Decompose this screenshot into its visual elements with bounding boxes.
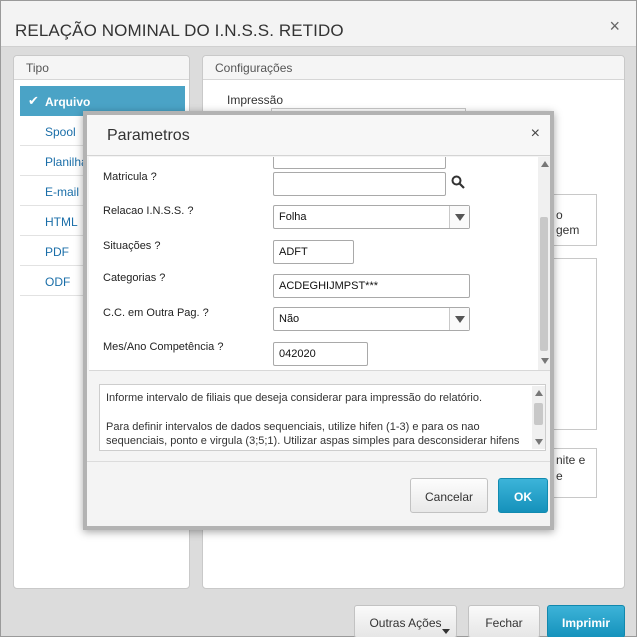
impressao-label: Impressão	[227, 93, 284, 107]
help-line-2: Para definir intervalos de dados sequenc…	[106, 420, 520, 451]
help-scrollbar[interactable]	[532, 386, 545, 449]
parametros-modal: Parametros × Matricula ? Relacao I.N.S.S…	[83, 111, 554, 530]
scroll-down-icon[interactable]	[541, 358, 549, 364]
imprimir-button[interactable]: Imprimir	[547, 605, 625, 637]
relacao-select[interactable]: Folha	[273, 205, 470, 229]
param-label-situacoes: Situações ?	[103, 240, 161, 252]
situacoes-input[interactable]: ADFT	[273, 240, 354, 264]
help-text: Informe intervalo de filiais que deseja …	[106, 391, 520, 451]
config-panel-header: Configurações	[203, 56, 624, 80]
params-scrollbar[interactable]	[538, 157, 550, 370]
outras-acoes-label: Outras Ações	[369, 616, 442, 630]
fechar-label: Fechar	[485, 616, 523, 630]
tipo-item-label: Arquivo	[45, 95, 91, 109]
tipo-item-label: Planilha	[45, 155, 88, 169]
categorias-input[interactable]: ACDEGHIJMPST***	[273, 274, 470, 298]
modal-title: Parametros	[107, 127, 190, 144]
tipo-panel-header: Tipo	[14, 56, 189, 80]
tipo-item-label: E-mail	[45, 185, 80, 199]
scroll-thumb[interactable]	[540, 217, 548, 351]
fechar-button[interactable]: Fechar	[468, 605, 540, 637]
chevron-down-icon[interactable]	[449, 206, 469, 228]
partial-top-input[interactable]	[273, 157, 446, 169]
config-option-text-2: gem	[556, 223, 580, 237]
relacao-select-value: Folha	[279, 211, 307, 223]
config-option-text-3: nite e	[556, 453, 586, 467]
help-text-area: Informe intervalo de filiais que deseja …	[99, 384, 546, 451]
param-label-cc-outra-pag: C.C. em Outra Pag. ?	[103, 307, 209, 319]
imprimir-label: Imprimir	[561, 616, 610, 630]
modal-header: Parametros ×	[87, 115, 550, 156]
config-option-text-1: o	[556, 208, 563, 222]
config-option-text-4: e	[556, 469, 563, 483]
matricula-input[interactable]	[273, 172, 446, 196]
scroll-down-icon[interactable]	[535, 439, 543, 445]
search-icon[interactable]	[451, 175, 465, 189]
scroll-up-icon[interactable]	[535, 390, 543, 396]
tipo-item-label: Spool	[45, 125, 76, 139]
tipo-item-label: HTML	[45, 215, 78, 229]
scroll-thumb[interactable]	[534, 403, 543, 425]
window-title: RELAÇÃO NOMINAL DO I.N.S.S. RETIDO	[15, 21, 344, 40]
param-label-mes-ano: Mes/Ano Competência ?	[103, 341, 224, 353]
tipo-item-label: ODF	[45, 275, 71, 289]
param-label-matricula: Matricula ?	[103, 171, 157, 183]
window-close-icon[interactable]: ×	[609, 17, 620, 35]
outras-acoes-button[interactable]: Outras Ações	[354, 605, 457, 637]
scroll-up-icon[interactable]	[541, 161, 549, 167]
param-label-categorias: Categorias ?	[103, 272, 166, 284]
cc-outra-pag-select[interactable]: Não	[273, 307, 470, 331]
param-label-relacao: Relacao I.N.S.S. ?	[103, 205, 194, 217]
help-line-1: Informe intervalo de filiais que deseja …	[106, 392, 483, 404]
cancel-button[interactable]: Cancelar	[410, 478, 488, 513]
mes-ano-input[interactable]: 042020	[273, 342, 368, 366]
chevron-down-icon	[442, 629, 450, 634]
window-header: RELAÇÃO NOMINAL DO I.N.S.S. RETIDO ×	[1, 1, 636, 47]
chevron-down-icon[interactable]	[449, 308, 469, 330]
params-area: Matricula ? Relacao I.N.S.S. ? Folha Sit…	[89, 157, 550, 371]
cc-outra-pag-value: Não	[279, 313, 300, 325]
modal-close-icon[interactable]: ×	[531, 125, 540, 143]
tipo-item-label: PDF	[45, 245, 69, 259]
modal-footer: Cancelar OK	[87, 461, 550, 526]
ok-button[interactable]: OK	[498, 478, 548, 513]
check-icon: ✔	[28, 93, 39, 108]
